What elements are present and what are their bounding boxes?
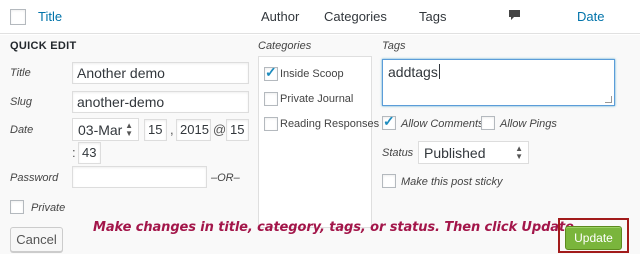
sticky-label: Make this post sticky (401, 176, 503, 188)
cancel-button[interactable]: Cancel (10, 227, 63, 252)
tags-textarea[interactable]: addtags (382, 59, 615, 106)
column-categories: Categories (324, 9, 387, 24)
column-date-link[interactable]: Date (577, 9, 604, 24)
or-separator: –OR– (211, 172, 240, 184)
update-button[interactable]: Update (565, 226, 622, 250)
allow-comments-checkbox[interactable]: ✓ (382, 113, 396, 130)
category-checkbox-inside-scoop[interactable]: ✓ (264, 64, 278, 81)
year-input[interactable]: 2015 (176, 119, 211, 141)
minute-input[interactable]: 43 (78, 142, 101, 164)
allow-pings-checkbox[interactable] (481, 116, 495, 130)
tags-value: addtags (388, 64, 438, 80)
password-label: Password (10, 172, 59, 184)
password-input[interactable] (72, 166, 207, 188)
status-label: Status (382, 147, 414, 159)
select-all-checkbox[interactable] (10, 9, 26, 25)
allow-comments-label: Allow Comments (401, 118, 484, 130)
date-comma: , (170, 122, 174, 137)
category-label-private-journal: Private Journal (280, 93, 354, 105)
allow-pings-label: Allow Pings (500, 118, 557, 130)
title-input[interactable]: Another demo (72, 62, 249, 84)
category-label-reading-responses: Reading Responses (280, 118, 380, 130)
hour-input[interactable]: 15 (226, 119, 249, 141)
checkmark-icon: ✓ (265, 64, 277, 80)
comment-bubble-icon[interactable] (508, 9, 521, 21)
slug-label: Slug (10, 96, 33, 108)
date-colon: : (72, 145, 76, 160)
category-label-inside-scoop: Inside Scoop (280, 68, 344, 80)
select-arrows-icon: ▲ ▼ (515, 144, 523, 161)
checkmark-icon: ✓ (383, 113, 395, 129)
slug-input[interactable]: another-demo (72, 91, 249, 113)
instruction-annotation: Make changes in title, category, tags, o… (93, 220, 579, 235)
status-select[interactable]: Published ▲ ▼ (418, 141, 529, 164)
posts-table-header: Title Author Categories Tags Date (0, 0, 640, 34)
tags-label: Tags (382, 40, 406, 52)
resize-handle-icon[interactable] (605, 96, 612, 103)
category-checkbox-private-journal[interactable] (264, 92, 278, 106)
category-checkbox-reading-responses[interactable] (264, 117, 278, 131)
select-arrows-icon: ▲ ▼ (125, 121, 133, 138)
month-select[interactable]: 03-Mar ▲ ▼ (72, 118, 139, 141)
private-label: Private (31, 202, 66, 214)
date-label: Date (10, 124, 34, 136)
column-title-link[interactable]: Title (38, 9, 62, 24)
categories-checklist (258, 56, 372, 228)
categories-label: Categories (258, 40, 312, 52)
title-label: Title (10, 67, 31, 79)
text-cursor (438, 64, 440, 79)
sticky-checkbox[interactable] (382, 174, 396, 188)
month-value: 03-Mar (78, 122, 123, 138)
private-checkbox[interactable] (10, 200, 24, 214)
column-author: Author (261, 9, 300, 24)
date-at: @ (213, 122, 227, 137)
quick-edit-heading: QUICK EDIT (10, 40, 77, 52)
day-input[interactable]: 15 (144, 119, 167, 141)
status-value: Published (424, 145, 486, 161)
column-tags: Tags (419, 9, 447, 24)
